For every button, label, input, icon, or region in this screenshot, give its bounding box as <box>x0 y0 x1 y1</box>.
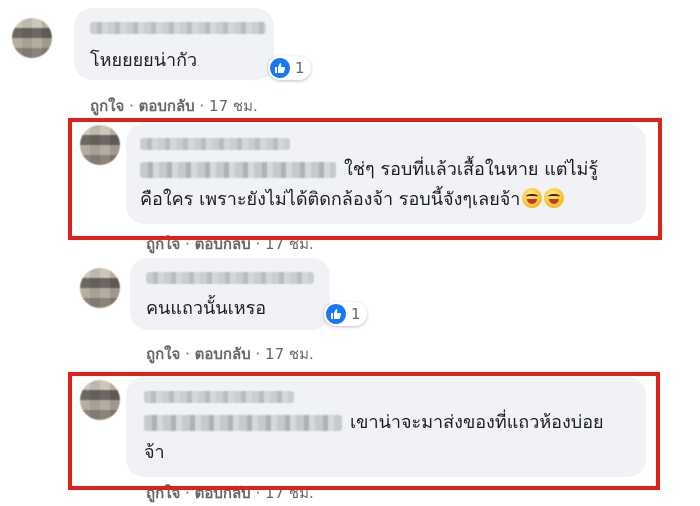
comment-bubble: คนแถวนั้นเหรอ <box>130 258 330 330</box>
comment-bubble: โหยยยยน่ากัว <box>74 8 274 80</box>
comment-text: คนแถวนั้นเหรอ <box>146 298 267 319</box>
avatar[interactable] <box>80 268 120 308</box>
reaction-badge[interactable]: 1 <box>324 302 367 326</box>
reply-link[interactable]: ตอบกลับ <box>195 345 251 363</box>
like-thumb-icon <box>270 58 290 78</box>
commenter-name[interactable] <box>146 272 314 284</box>
timestamp[interactable]: 17 ชม. <box>265 345 314 363</box>
avatar[interactable] <box>12 18 52 58</box>
comment-actions: ถูกใจ · ตอบกลับ · 17 ชม. <box>146 342 314 366</box>
timestamp[interactable]: 17 ชม. <box>209 97 258 115</box>
separator: · <box>129 97 134 115</box>
highlight-box <box>68 118 662 240</box>
reaction-count: 1 <box>295 59 305 77</box>
comment-text: โหยยยยน่ากัว <box>90 50 198 71</box>
commenter-name[interactable] <box>90 22 266 34</box>
reaction-badge[interactable]: 1 <box>268 56 311 80</box>
separator: · <box>255 345 261 363</box>
reply-link[interactable]: ตอบกลับ <box>139 97 195 115</box>
like-thumb-icon <box>326 304 346 324</box>
comment-actions: ถูกใจ · ตอบกลับ · 17 ชม. <box>90 94 258 118</box>
separator: · <box>185 345 190 363</box>
separator: · <box>199 97 205 115</box>
like-link[interactable]: ถูกใจ <box>90 97 124 115</box>
reaction-count: 1 <box>351 305 361 323</box>
highlight-box <box>68 372 660 490</box>
like-link[interactable]: ถูกใจ <box>146 345 180 363</box>
